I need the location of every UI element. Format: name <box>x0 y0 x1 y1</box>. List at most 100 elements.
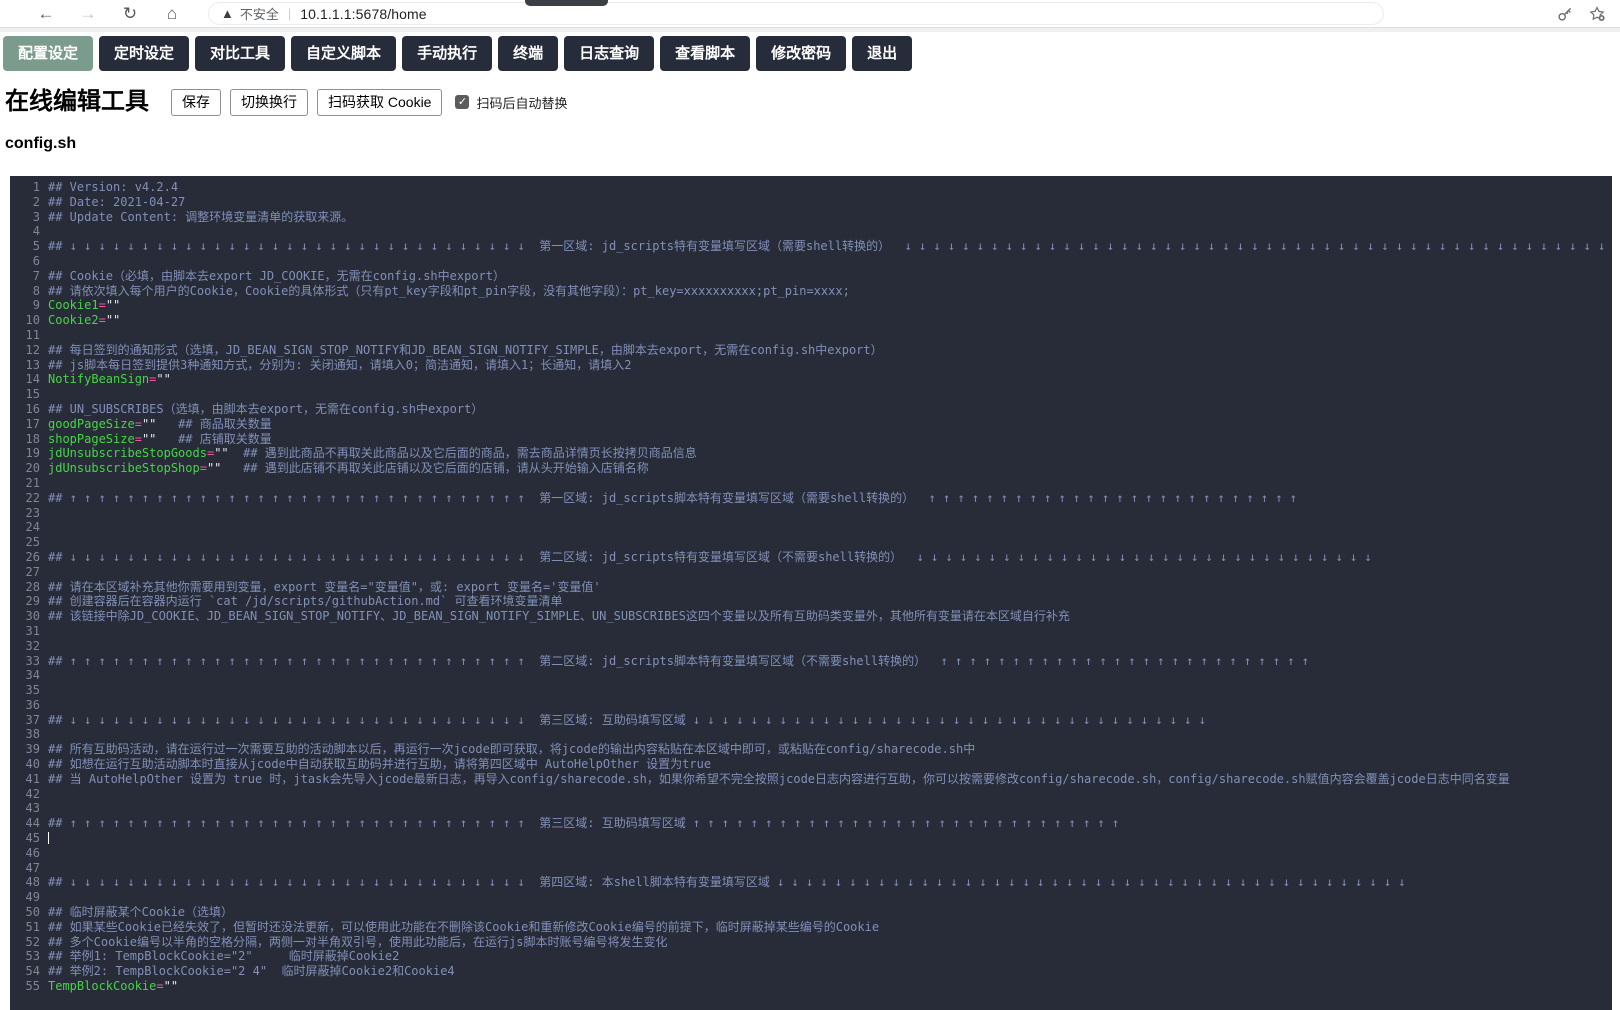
code-line[interactable]: 17goodPageSize="" ## 商品取关数量 <box>10 417 1612 432</box>
nav-button[interactable]: 日志查询 <box>564 36 654 71</box>
code-line[interactable]: 18shopPageSize="" ## 店铺取关数量 <box>10 432 1612 447</box>
code-line[interactable]: 16## UN_SUBSCRIBES（选填，由脚本去export，无需在conf… <box>10 402 1612 417</box>
code-line[interactable]: 7## Cookie（必填，由脚本去export JD_COOKIE，无需在co… <box>10 269 1612 284</box>
code-line[interactable]: 50## 临时屏蔽某个Cookie（选填） <box>10 905 1612 920</box>
code-line[interactable]: 45 <box>10 831 1612 846</box>
toolbar-button[interactable]: 扫码获取 Cookie <box>317 89 442 116</box>
code-line[interactable]: 9Cookie1="" <box>10 298 1612 313</box>
line-number: 29 <box>10 594 48 609</box>
code-line[interactable]: 11 <box>10 328 1612 343</box>
code-line[interactable]: 47 <box>10 861 1612 876</box>
code-line[interactable]: 32 <box>10 639 1612 654</box>
code-line[interactable]: 4 <box>10 224 1612 239</box>
code-line[interactable]: 49 <box>10 890 1612 905</box>
line-number: 21 <box>10 476 48 491</box>
line-number: 5 <box>10 239 48 254</box>
code-line[interactable]: 6 <box>10 254 1612 269</box>
line-number: 17 <box>10 417 48 432</box>
code-line[interactable]: 29## 创建容器后在容器内运行 `cat /jd/scripts/github… <box>10 594 1612 609</box>
home-icon[interactable]: ⌂ <box>162 0 182 27</box>
code-line[interactable]: 40## 如想在运行互助活动脚本时直接从jcode中自动获取互助码并进行互助，请… <box>10 757 1612 772</box>
reload-icon[interactable]: ↻ <box>120 0 140 27</box>
line-number: 34 <box>10 668 48 683</box>
line-number: 9 <box>10 298 48 313</box>
nav-button[interactable]: 查看脚本 <box>660 36 750 71</box>
code-line[interactable]: 24 <box>10 520 1612 535</box>
code-line[interactable]: 23 <box>10 506 1612 521</box>
line-number: 38 <box>10 727 48 742</box>
nav-button[interactable]: 对比工具 <box>195 36 285 71</box>
tab-notch <box>525 0 608 6</box>
code-line[interactable]: 25 <box>10 535 1612 550</box>
editor-toolbar: 在线编辑工具 保存切换换行扫码获取 Cookie ✓ 扫码后自动替换 <box>5 88 1620 116</box>
code-line[interactable]: 42 <box>10 787 1612 802</box>
code-line[interactable]: 51## 如果某些Cookie已经失效了，但暂时还没法更新，可以使用此功能在不删… <box>10 920 1612 935</box>
code-line[interactable]: 31 <box>10 624 1612 639</box>
code-line[interactable]: 46 <box>10 846 1612 861</box>
nav-button[interactable]: 配置设定 <box>3 36 93 71</box>
code-line[interactable]: 30## 该链接中除JD_COOKIE、JD_BEAN_SIGN_STOP_NO… <box>10 609 1612 624</box>
code-line[interactable]: 28## 请在本区域补充其他你需要用到变量，export 变量名="变量值"，或… <box>10 580 1612 595</box>
code-line[interactable]: 22## ↑ ↑ ↑ ↑ ↑ ↑ ↑ ↑ ↑ ↑ ↑ ↑ ↑ ↑ ↑ ↑ ↑ ↑… <box>10 491 1612 506</box>
code-line[interactable]: 34 <box>10 668 1612 683</box>
code-lines: 1## Version: v4.2.42## Date: 2021-04-273… <box>10 180 1612 994</box>
warning-icon[interactable]: ▲ <box>221 7 234 20</box>
toolbar-button[interactable]: 保存 <box>171 89 221 116</box>
code-line[interactable]: 44## ↑ ↑ ↑ ↑ ↑ ↑ ↑ ↑ ↑ ↑ ↑ ↑ ↑ ↑ ↑ ↑ ↑ ↑… <box>10 816 1612 831</box>
url-text[interactable]: 10.1.1.1:5678/home <box>300 6 426 22</box>
key-icon[interactable] <box>1557 6 1573 22</box>
line-number: 11 <box>10 328 48 343</box>
nav-button[interactable]: 终端 <box>498 36 558 71</box>
code-line[interactable]: 39## 所有互助码活动，请在运行过一次需要互助的活动脚本以后，再运行一次jco… <box>10 742 1612 757</box>
favorite-add-icon[interactable] <box>1589 6 1606 22</box>
code-line[interactable]: 8## 请依次填入每个用户的Cookie，Cookie的具体形式（只有pt_ke… <box>10 284 1612 299</box>
line-number: 10 <box>10 313 48 328</box>
toolbar-button[interactable]: 切换换行 <box>230 89 308 116</box>
nav-button[interactable]: 定时设定 <box>99 36 189 71</box>
code-line[interactable]: 27 <box>10 565 1612 580</box>
nav-button[interactable]: 手动执行 <box>402 36 492 71</box>
nav-button[interactable]: 修改密码 <box>756 36 846 71</box>
code-line[interactable]: 54## 举例2: TempBlockCookie="2 4" 临时屏蔽掉Coo… <box>10 964 1612 979</box>
code-line[interactable]: 43 <box>10 801 1612 816</box>
security-label: 不安全 <box>240 4 279 23</box>
nav-button[interactable]: 自定义脚本 <box>291 36 396 71</box>
code-line[interactable]: 10Cookie2="" <box>10 313 1612 328</box>
code-line[interactable]: 38 <box>10 727 1612 742</box>
line-number: 32 <box>10 639 48 654</box>
code-line[interactable]: 2## Date: 2021-04-27 <box>10 195 1612 210</box>
code-line[interactable]: 12## 每日签到的通知形式（选填，JD_BEAN_SIGN_STOP_NOTI… <box>10 343 1612 358</box>
code-line[interactable]: 5## ↓ ↓ ↓ ↓ ↓ ↓ ↓ ↓ ↓ ↓ ↓ ↓ ↓ ↓ ↓ ↓ ↓ ↓ … <box>10 239 1612 254</box>
code-line[interactable]: 26## ↓ ↓ ↓ ↓ ↓ ↓ ↓ ↓ ↓ ↓ ↓ ↓ ↓ ↓ ↓ ↓ ↓ ↓… <box>10 550 1612 565</box>
line-number: 26 <box>10 550 48 565</box>
code-line[interactable]: 41## 当 AutoHelpOther 设置为 true 时，jtask会先导… <box>10 772 1612 787</box>
code-line[interactable]: 35 <box>10 683 1612 698</box>
address-bar[interactable]: ▲ 不安全 | 10.1.1.1:5678/home <box>208 2 1384 25</box>
line-number: 51 <box>10 920 48 935</box>
line-number: 30 <box>10 609 48 624</box>
code-line[interactable]: 33## ↑ ↑ ↑ ↑ ↑ ↑ ↑ ↑ ↑ ↑ ↑ ↑ ↑ ↑ ↑ ↑ ↑ ↑… <box>10 654 1612 669</box>
code-line[interactable]: 15 <box>10 387 1612 402</box>
code-line[interactable]: 53## 举例1: TempBlockCookie="2" 临时屏蔽掉Cooki… <box>10 949 1612 964</box>
code-line[interactable]: 48## ↓ ↓ ↓ ↓ ↓ ↓ ↓ ↓ ↓ ↓ ↓ ↓ ↓ ↓ ↓ ↓ ↓ ↓… <box>10 875 1612 890</box>
back-icon[interactable]: ← <box>36 0 56 27</box>
auto-replace-checkbox[interactable]: ✓ <box>455 95 469 109</box>
code-line[interactable]: 14NotifyBeanSign="" <box>10 372 1612 387</box>
code-line[interactable]: 21 <box>10 476 1612 491</box>
line-number: 41 <box>10 772 48 787</box>
forward-icon[interactable]: → <box>78 0 98 27</box>
line-number: 49 <box>10 890 48 905</box>
code-line[interactable]: 36 <box>10 698 1612 713</box>
code-editor[interactable]: 1## Version: v4.2.42## Date: 2021-04-273… <box>10 176 1612 1010</box>
page-title: 在线编辑工具 <box>5 88 149 116</box>
code-line[interactable]: 20jdUnsubscribeStopShop="" ## 遇到此店铺不再取关此… <box>10 461 1612 476</box>
code-line[interactable]: 52## 多个Cookie编号以半角的空格分隔，两侧一对半角双引号，使用此功能后… <box>10 935 1612 950</box>
code-line[interactable]: 55TempBlockCookie="" <box>10 979 1612 994</box>
code-line[interactable]: 3## Update Content: 调整环境变量清单的获取来源。 <box>10 210 1612 225</box>
code-line[interactable]: 19jdUnsubscribeStopGoods="" ## 遇到此商品不再取关… <box>10 446 1612 461</box>
nav-button[interactable]: 退出 <box>852 36 912 71</box>
code-line[interactable]: 13## js脚本每日签到提供3种通知方式，分别为: 关闭通知，请填入0；简洁通… <box>10 358 1612 373</box>
line-number: 55 <box>10 979 48 994</box>
code-line[interactable]: 37## ↓ ↓ ↓ ↓ ↓ ↓ ↓ ↓ ↓ ↓ ↓ ↓ ↓ ↓ ↓ ↓ ↓ ↓… <box>10 713 1612 728</box>
code-line[interactable]: 1## Version: v4.2.4 <box>10 180 1612 195</box>
